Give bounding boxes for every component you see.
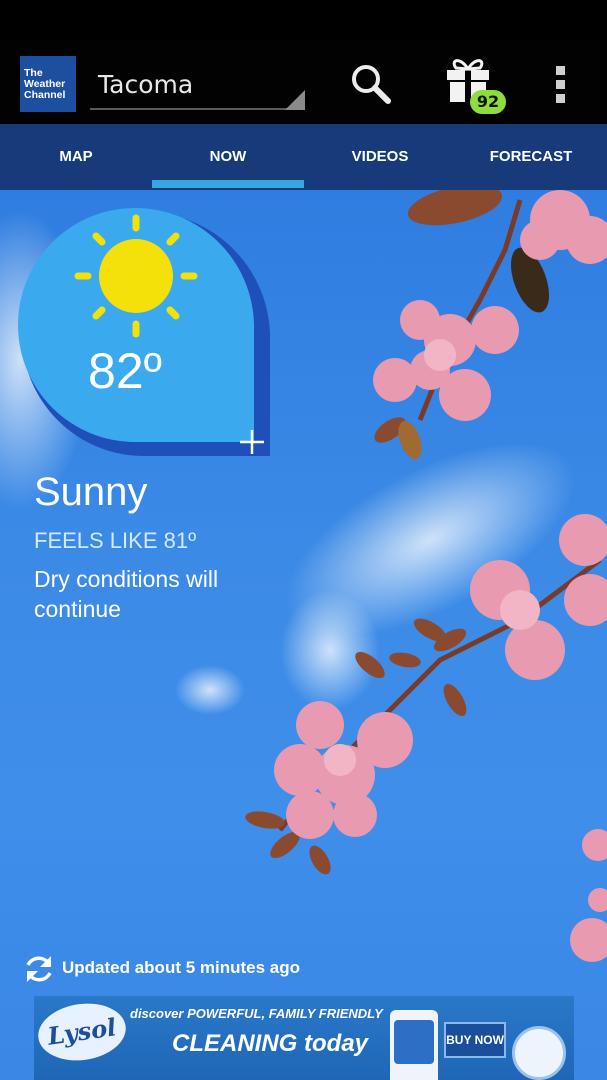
plus-icon — [240, 430, 264, 454]
overflow-dot-icon — [556, 66, 565, 75]
location-underline — [90, 108, 303, 110]
overflow-dot-icon — [556, 80, 565, 89]
ad-seal-badge — [512, 1026, 566, 1080]
gift-count-badge: 92 — [470, 90, 506, 114]
condition-description: Dry conditions will continue — [34, 566, 219, 622]
ad-brand-logo: Lysol — [34, 998, 130, 1066]
dropdown-arrow-icon — [285, 90, 305, 110]
current-temperature: 82º — [88, 343, 162, 399]
overflow-dot-icon — [556, 94, 565, 103]
ad-banner[interactable]: Lysol discover POWERFUL, FAMILY FRIENDLY… — [34, 996, 574, 1080]
tab-videos[interactable]: VIDEOS — [304, 124, 456, 190]
location-name: Tacoma — [98, 70, 194, 99]
location-spinner[interactable]: Tacoma — [90, 52, 305, 116]
add-button[interactable] — [232, 422, 272, 462]
app-bar: The Weather Channel Tacoma 92 — [0, 40, 607, 124]
overflow-menu-button[interactable] — [546, 62, 576, 106]
status-bar — [0, 0, 607, 40]
tab-forecast[interactable]: FORECAST — [455, 124, 607, 190]
search-icon — [352, 65, 391, 104]
refresh-icon — [26, 956, 52, 982]
ad-buy-now-button[interactable]: BUY NOW — [444, 1022, 506, 1058]
tab-selected-indicator — [152, 180, 304, 188]
tab-map[interactable]: MAP — [0, 124, 152, 190]
last-updated-text: Updated about 5 minutes ago — [62, 958, 301, 977]
ad-product-image — [390, 1010, 438, 1080]
ad-subheadline: CLEANING today — [172, 1030, 369, 1057]
sun-icon — [74, 214, 198, 338]
condition-text: Sunny — [34, 470, 148, 514]
ad-headline: discover POWERFUL, FAMILY FRIENDLY — [130, 1006, 383, 1021]
search-button[interactable] — [346, 60, 398, 108]
weather-channel-logo[interactable]: The Weather Channel — [20, 56, 76, 112]
feels-like-text: FEELS LIKE 81º — [34, 528, 197, 553]
gift-button[interactable]: 92 — [438, 52, 508, 116]
logo-line-3: Channel — [24, 89, 66, 101]
